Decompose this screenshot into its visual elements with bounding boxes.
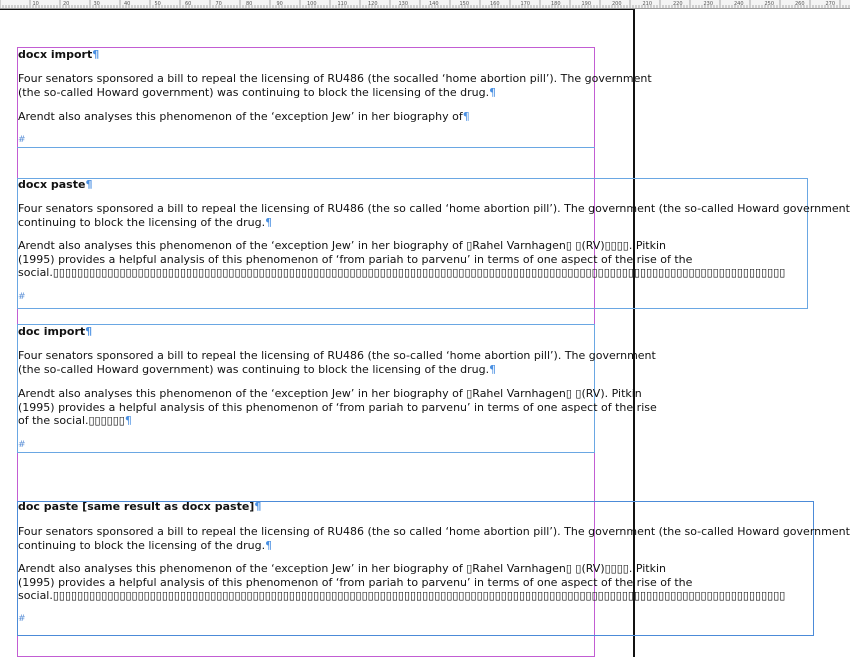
ruler-label: 150 [460, 1, 470, 7]
ruler-label: 110 [338, 1, 348, 7]
ruler-label: 140 [429, 1, 439, 7]
pilcrow-icon: ¶ [462, 110, 470, 123]
paragraph-line: Arendt also analyses this phenomenon of … [18, 387, 642, 401]
heading-text: docx paste [18, 178, 86, 191]
text-line: continuing to block the licensing of the… [18, 539, 266, 552]
ruler-label: 20 [63, 1, 69, 7]
ruler-label: 130 [399, 1, 409, 7]
text-line: Four senators sponsored a bill to repeal… [18, 349, 656, 362]
paragraph-line: social.▯▯▯▯▯▯▯▯▯▯▯▯▯▯▯▯▯▯▯▯▯▯▯▯▯▯▯▯▯▯▯▯▯… [18, 589, 803, 603]
ruler-label: 180 [551, 1, 561, 7]
pilcrow-icon: ¶ [489, 363, 497, 376]
text-line: Arendt also analyses this phenomenon of … [18, 239, 666, 252]
paragraph-line: Four senators sponsored a bill to repeal… [18, 349, 656, 363]
ruler-label: 190 [582, 1, 592, 7]
paragraph-line: Four senators sponsored a bill to repeal… [18, 202, 850, 216]
paragraph-line: Four senators sponsored a bill to repeal… [18, 525, 850, 539]
ruler-label: 30 [94, 1, 100, 7]
paragraph-line: (1995) provides a helpful analysis of th… [18, 253, 692, 267]
ruler-label: 50 [155, 1, 161, 7]
ruler-label: 230 [704, 1, 714, 7]
ruler-label: 210 [643, 1, 653, 7]
text-line: Four senators sponsored a bill to repeal… [18, 525, 850, 538]
paragraph-line: Arendt also analyses this phenomenon of … [18, 110, 470, 124]
pilcrow-icon: ¶ [85, 178, 93, 191]
ruler-label: 260 [795, 1, 805, 7]
end-of-story-marker: # [18, 292, 26, 302]
pilcrow-icon: ¶ [92, 48, 100, 61]
text-line: continuing to block the licensing of the… [18, 216, 266, 229]
paragraph-line: Four senators sponsored a bill to repeal… [18, 72, 652, 86]
ruler-label: 60 [185, 1, 191, 7]
paragraph-line: continuing to block the licensing of the… [18, 539, 272, 553]
ruler-label: 100 [307, 1, 317, 7]
paragraph-line: social.▯▯▯▯▯▯▯▯▯▯▯▯▯▯▯▯▯▯▯▯▯▯▯▯▯▯▯▯▯▯▯▯▯… [18, 266, 803, 280]
pilcrow-icon: ¶ [265, 539, 273, 552]
paragraph-line: (1995) provides a helpful analysis of th… [18, 576, 692, 590]
text-line: Arendt also analyses this phenomenon of … [18, 110, 463, 123]
text-line: (the so-called Howard government) was co… [18, 86, 490, 99]
heading-text: doc paste [same result as docx paste] [18, 500, 255, 513]
paragraph-line: Arendt also analyses this phenomenon of … [18, 562, 666, 576]
pilcrow-icon: ¶ [489, 86, 497, 99]
ruler-label: 80 [246, 1, 252, 7]
ruler-label: 160 [490, 1, 500, 7]
text-line: Four senators sponsored a bill to repeal… [18, 72, 652, 85]
section-heading: doc paste [same result as docx paste]¶ [18, 500, 261, 514]
text-line-garbled: social.▯▯▯▯▯▯▯▯▯▯▯▯▯▯▯▯▯▯▯▯▯▯▯▯▯▯▯▯▯▯▯▯▯… [18, 266, 786, 279]
section-heading: docx import¶ [18, 48, 99, 62]
pilcrow-icon: ¶ [265, 216, 273, 229]
section-heading: doc import¶ [18, 325, 92, 339]
paragraph-line: (the so-called Howard government) was co… [18, 363, 496, 377]
ruler-label: 70 [216, 1, 222, 7]
paragraph-line: (the so-called Howard government) was co… [18, 86, 496, 100]
ruler-label: 270 [826, 1, 836, 7]
paragraph-line: of the social.▯▯▯▯▯▯¶ [18, 414, 132, 428]
top-ruler: 10 20 30 40 50 60 70 80 90 100 110 120 130 140 150 160 1… [0, 0, 850, 9]
end-of-story-marker: # [18, 440, 26, 450]
ruler-label: 90 [277, 1, 283, 7]
ruler-label: 170 [521, 1, 531, 7]
heading-text: doc import [18, 325, 86, 338]
paragraph-line: Arendt also analyses this phenomenon of … [18, 239, 666, 253]
pilcrow-icon: ¶ [124, 414, 132, 427]
text-line: (1995) provides a helpful analysis of th… [18, 576, 693, 589]
ruler-label: 220 [673, 1, 683, 7]
text-line: Four senators sponsored a bill to repeal… [18, 202, 850, 215]
paragraph-line: (1995) provides a helpful analysis of th… [18, 401, 657, 415]
text-line: (1995) provides a helpful analysis of th… [18, 253, 693, 266]
text-line-garbled: social.▯▯▯▯▯▯▯▯▯▯▯▯▯▯▯▯▯▯▯▯▯▯▯▯▯▯▯▯▯▯▯▯▯… [18, 589, 786, 602]
ruler-label: 250 [765, 1, 775, 7]
ruler-label: 240 [734, 1, 744, 7]
text-line-garbled: of the social.▯▯▯▯▯▯ [18, 414, 125, 427]
page-edge-top [0, 9, 634, 10]
text-line: Arendt also analyses this phenomenon of … [18, 562, 666, 575]
section-heading: docx paste¶ [18, 178, 92, 192]
ruler-label: 40 [124, 1, 130, 7]
ruler-ticks: 10 20 30 40 50 60 70 80 90 100 110 120 130 140 150 160 1… [0, 0, 850, 8]
text-line: (the so-called Howard government) was co… [18, 363, 490, 376]
text-line: Arendt also analyses this phenomenon of … [18, 387, 642, 400]
pilcrow-icon: ¶ [85, 325, 93, 338]
heading-text: docx import [18, 48, 93, 61]
ruler-label: 10 [33, 1, 39, 7]
ruler-label: 200 [612, 1, 622, 7]
text-line: (1995) provides a helpful analysis of th… [18, 401, 657, 414]
end-of-story-marker: # [18, 135, 26, 145]
end-of-story-marker: # [18, 614, 26, 624]
paragraph-line: continuing to block the licensing of the… [18, 216, 272, 230]
pilcrow-icon: ¶ [254, 500, 262, 513]
ruler-label: 120 [368, 1, 378, 7]
text-frame-docx-import-bottom [17, 147, 595, 148]
